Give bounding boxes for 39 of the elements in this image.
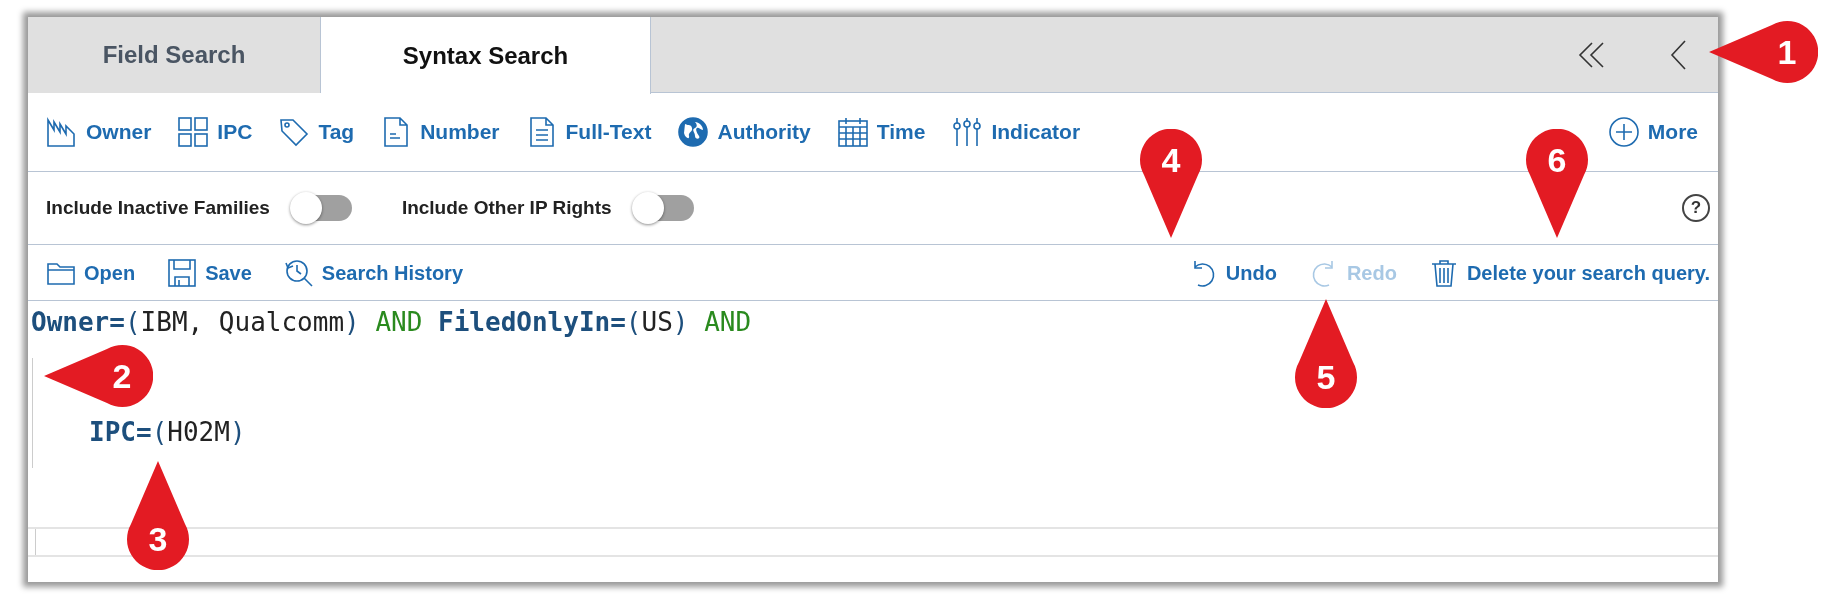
toolbar-button[interactable]: Owner [46,116,164,148]
toggle-switch[interactable] [293,195,352,221]
toolbar-button[interactable]: Full-Text [525,116,664,148]
floppy-icon [167,257,198,288]
callout-pin: 3 [127,461,189,570]
callout-pin: 6 [1526,129,1588,238]
history-icon [283,257,314,288]
plus-circle-icon [1607,116,1640,148]
toggle-switch[interactable] [635,195,694,221]
callout-pin: 4 [1140,129,1202,238]
action-button[interactable]: Open [46,257,136,288]
toolbar-button[interactable]: Authority [677,116,823,148]
toolbar-button[interactable]: Number [380,116,512,148]
toolbar-button[interactable]: Indicator [951,116,1093,148]
action-button[interactable]: Search History [283,257,463,288]
action-button[interactable]: Save [167,257,252,288]
toggle-label: Include Inactive Families [46,195,270,220]
callout-pin: 1 [1709,21,1818,83]
action-button[interactable]: Delete your search query. [1428,257,1710,288]
code-line: IPC=(H02M) [89,416,246,449]
toolbar-button[interactable]: Time [836,116,938,148]
chevron-left-icon [1668,38,1688,71]
toolbar-button[interactable]: Tag [278,116,367,148]
globe-icon [677,116,710,148]
help-button[interactable]: ? [1682,194,1710,222]
tab[interactable]: Field Search [28,17,321,93]
callout-pin: 5 [1295,299,1357,408]
tag-icon [278,116,311,148]
sliders-icon [951,116,984,148]
code-line: Owner=(IBM, Qualcomm) AND FiledOnlyIn=(US) AND [31,306,752,339]
toggle-label: Include Other IP Rights [401,195,612,220]
more-button[interactable]: More [1607,116,1710,148]
grid-icon [177,116,210,148]
tab[interactable]: Syntax Search [321,17,651,94]
factory-icon [46,116,78,148]
calendar-icon [836,116,869,148]
toolbar-button[interactable]: IPC [177,116,265,148]
action-button[interactable]: Undo [1187,257,1277,288]
callout-pin: 2 [44,345,153,407]
